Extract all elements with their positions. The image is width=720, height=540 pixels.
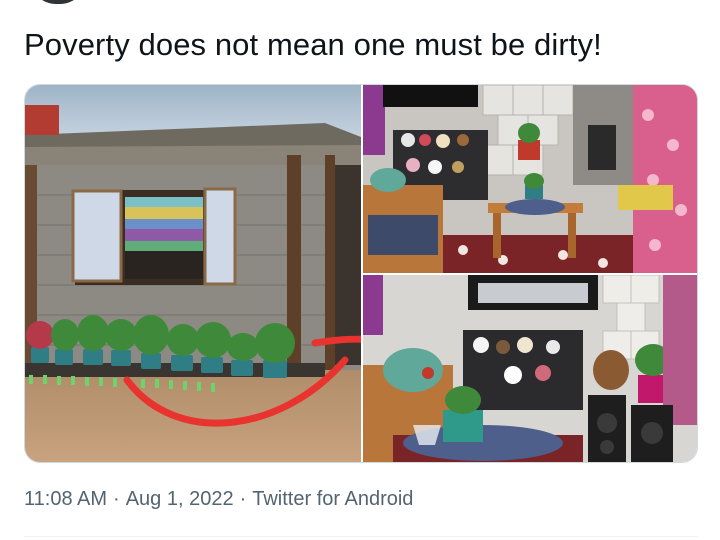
living-room-image-2 bbox=[363, 275, 697, 462]
photo-house-exterior[interactable] bbox=[25, 85, 361, 462]
tweet-time-link[interactable]: 11:08 AM bbox=[24, 488, 107, 510]
tweet-source-link[interactable]: Twitter for Android bbox=[252, 488, 413, 510]
tweet-date-link[interactable]: Aug 1, 2022 bbox=[126, 488, 234, 510]
separator: · bbox=[239, 488, 247, 510]
avatar[interactable] bbox=[30, 0, 86, 4]
house-exterior-image bbox=[25, 85, 361, 462]
separator: · bbox=[113, 488, 120, 510]
photo-living-room-1[interactable] bbox=[363, 85, 697, 273]
tweet-meta: 11:08 AM · Aug 1, 2022 · Twitter for Android bbox=[24, 486, 413, 512]
tweet-text: Poverty does not mean one must be dirty! bbox=[24, 27, 602, 62]
photo-living-room-2[interactable] bbox=[363, 275, 697, 462]
media-grid bbox=[24, 84, 698, 463]
divider bbox=[24, 536, 698, 537]
living-room-image-1 bbox=[363, 85, 697, 273]
